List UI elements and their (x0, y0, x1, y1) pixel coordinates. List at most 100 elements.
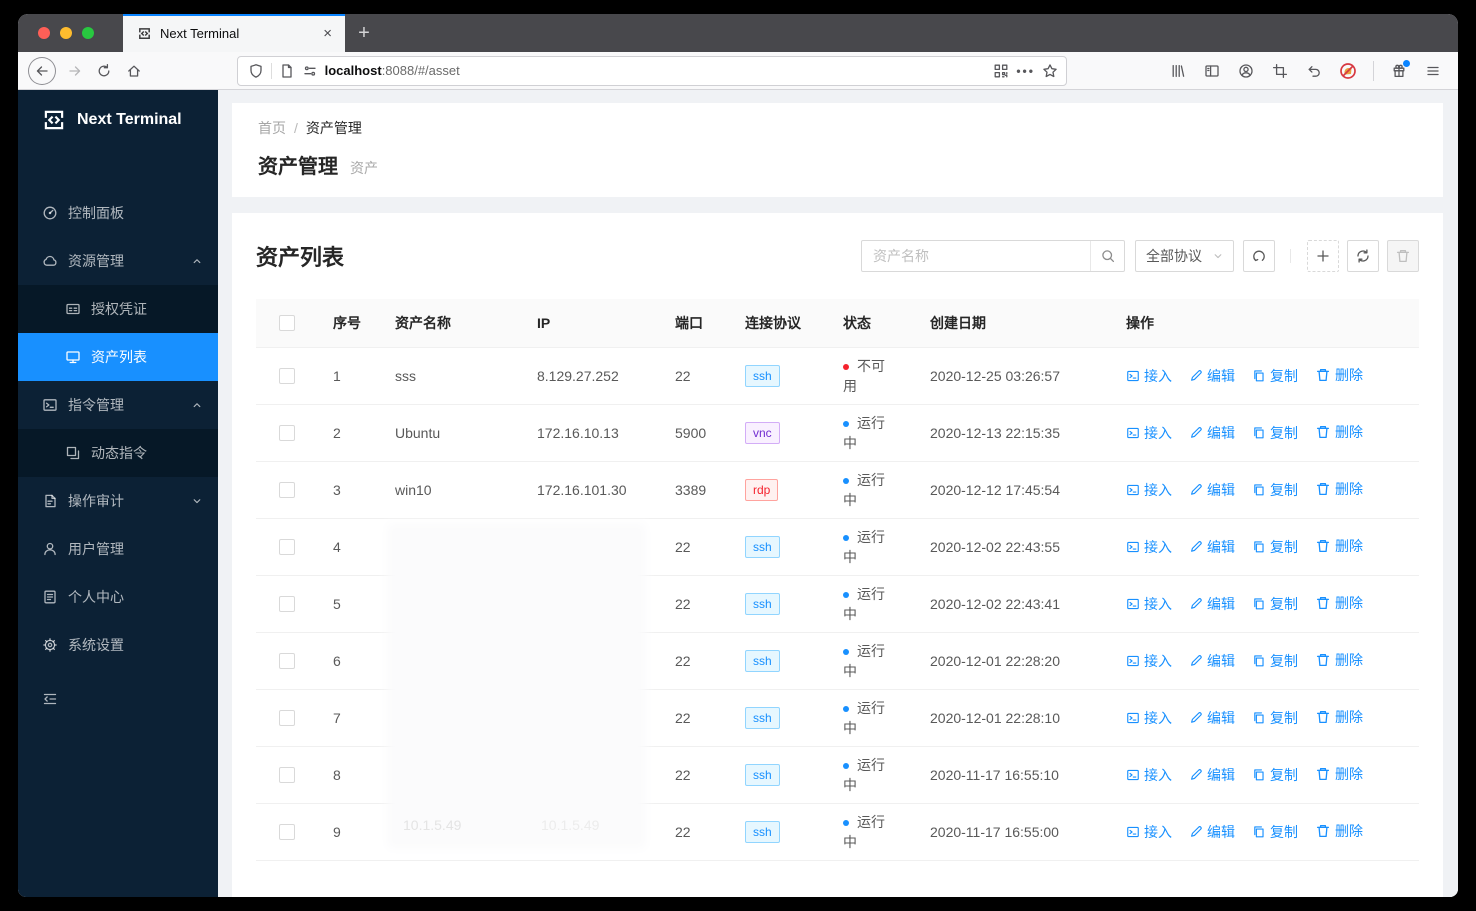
row-checkbox[interactable] (278, 653, 295, 670)
row-checkbox[interactable] (278, 767, 295, 784)
sidebar-item-audit[interactable]: 操作审计 (18, 477, 218, 525)
row-checkbox[interactable] (278, 539, 295, 556)
action-删除[interactable]: 删除 (1315, 764, 1363, 784)
whats-new-button[interactable] (1384, 56, 1414, 86)
maximize-window-button[interactable] (82, 27, 94, 39)
breadcrumb-home[interactable]: 首页 (258, 120, 286, 136)
action-删除[interactable]: 删除 (1315, 821, 1363, 841)
action-编辑[interactable]: 编辑 (1189, 765, 1235, 785)
row-checkbox[interactable] (278, 710, 295, 727)
search-button[interactable] (1090, 241, 1124, 271)
action-编辑[interactable]: 编辑 (1189, 366, 1235, 386)
cell-ip: 172.16.10.13 (521, 404, 659, 462)
add-asset-button[interactable] (1307, 240, 1339, 272)
permissions-icon[interactable] (302, 63, 318, 79)
edit-icon (1189, 426, 1203, 440)
row-checkbox[interactable] (278, 482, 295, 499)
action-复制[interactable]: 复制 (1252, 537, 1298, 557)
library-button[interactable] (1163, 56, 1193, 86)
action-接入[interactable]: 接入 (1126, 651, 1172, 671)
action-接入[interactable]: 接入 (1126, 765, 1172, 785)
menu-button[interactable] (1418, 56, 1448, 86)
sidebar-item-dashboard[interactable]: 控制面板 (18, 189, 218, 237)
refresh-button[interactable] (1347, 240, 1379, 272)
undo-closed-tab-button[interactable] (1299, 56, 1329, 86)
url-bar[interactable]: localhost:8088/#/asset ••• (236, 55, 1067, 86)
action-接入[interactable]: 接入 (1126, 366, 1172, 386)
sidebar-item-dynamic-commands[interactable]: 动态指令 (18, 429, 218, 477)
action-删除[interactable]: 删除 (1315, 365, 1363, 385)
action-复制[interactable]: 复制 (1252, 651, 1298, 671)
action-删除[interactable]: 删除 (1315, 593, 1363, 613)
action-接入[interactable]: 接入 (1126, 537, 1172, 557)
sidebar-item-settings[interactable]: 系统设置 (18, 621, 218, 669)
action-接入[interactable]: 接入 (1126, 822, 1172, 842)
row-checkbox[interactable] (278, 425, 295, 442)
close-window-button[interactable] (38, 27, 50, 39)
action-删除[interactable]: 删除 (1315, 479, 1363, 499)
sidebar-item-credentials[interactable]: 授权凭证 (18, 285, 218, 333)
cell-actions: 接入 编辑 复制 删除 (1110, 404, 1419, 462)
action-删除[interactable]: 删除 (1315, 422, 1363, 442)
page-info-icon[interactable] (279, 63, 295, 79)
action-编辑[interactable]: 编辑 (1189, 537, 1235, 557)
row-checkbox[interactable] (278, 824, 295, 841)
action-编辑[interactable]: 编辑 (1189, 423, 1235, 443)
action-删除[interactable]: 删除 (1315, 707, 1363, 727)
bookmark-star-icon[interactable] (1042, 63, 1058, 79)
screenshot-button[interactable] (1265, 56, 1295, 86)
browser-tab[interactable]: Next Terminal × (123, 14, 345, 52)
account-button[interactable] (1231, 56, 1261, 86)
row-checkbox[interactable] (278, 368, 295, 385)
sidebar-item-profile[interactable]: 个人中心 (18, 573, 218, 621)
action-删除[interactable]: 删除 (1315, 536, 1363, 556)
app-logo[interactable]: Next Terminal (18, 90, 218, 150)
sidebar-item-users[interactable]: 用户管理 (18, 525, 218, 573)
back-button[interactable] (28, 56, 56, 85)
action-接入[interactable]: 接入 (1126, 423, 1172, 443)
minimize-window-button[interactable] (60, 27, 72, 39)
url-host: localhost (324, 63, 382, 78)
reload-button[interactable] (89, 56, 119, 86)
search-input[interactable] (862, 248, 1090, 264)
content-blocker-button[interactable] (1333, 56, 1363, 86)
shield-icon[interactable] (248, 63, 264, 79)
action-接入[interactable]: 接入 (1126, 594, 1172, 614)
forward-button[interactable] (60, 56, 90, 86)
sidebar-item-commands[interactable]: 指令管理 (18, 381, 218, 429)
action-编辑[interactable]: 编辑 (1189, 594, 1235, 614)
sidebar-item-resources[interactable]: 资源管理 (18, 237, 218, 285)
action-复制[interactable]: 复制 (1252, 423, 1298, 443)
action-编辑[interactable]: 编辑 (1189, 480, 1235, 500)
action-复制[interactable]: 复制 (1252, 594, 1298, 614)
plus-icon (1315, 248, 1331, 264)
action-复制[interactable]: 复制 (1252, 765, 1298, 785)
home-button[interactable] (119, 56, 149, 86)
tab-close-icon[interactable]: × (320, 25, 335, 42)
action-接入[interactable]: 接入 (1126, 480, 1172, 500)
sidebar-collapse-button[interactable] (18, 691, 218, 707)
qr-code-icon[interactable] (993, 63, 1009, 79)
action-接入[interactable]: 接入 (1126, 708, 1172, 728)
action-复制[interactable]: 复制 (1252, 822, 1298, 842)
cell-protocol: rdp (729, 461, 827, 519)
sidebar-item-asset-list[interactable]: 资产列表 (18, 333, 218, 381)
action-复制[interactable]: 复制 (1252, 480, 1298, 500)
page-actions-icon[interactable]: ••• (1016, 64, 1035, 78)
delete-selected-button[interactable] (1387, 240, 1419, 272)
sidebars-button[interactable] (1197, 56, 1227, 86)
protocol-filter-select[interactable]: 全部协议 (1135, 240, 1234, 272)
action-复制[interactable]: 复制 (1252, 366, 1298, 386)
action-复制[interactable]: 复制 (1252, 708, 1298, 728)
copy-icon (1252, 426, 1266, 440)
reset-filter-button[interactable] (1243, 240, 1275, 272)
cell-name: win10 (379, 461, 521, 519)
action-编辑[interactable]: 编辑 (1189, 822, 1235, 842)
action-编辑[interactable]: 编辑 (1189, 651, 1235, 671)
action-删除[interactable]: 删除 (1315, 650, 1363, 670)
new-tab-button[interactable]: + (345, 14, 383, 52)
row-checkbox[interactable] (278, 596, 295, 613)
action-编辑[interactable]: 编辑 (1189, 708, 1235, 728)
select-all-checkbox[interactable] (278, 315, 295, 332)
sidebar-icon (1204, 63, 1220, 79)
